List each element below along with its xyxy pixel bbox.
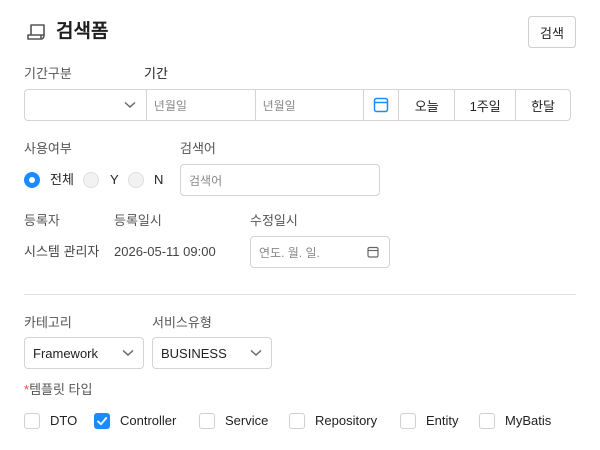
- chevron-down-icon: [250, 349, 262, 356]
- checkbox-dto-label: DTO: [50, 413, 78, 428]
- end-date-input[interactable]: 년월일: [254, 90, 364, 120]
- search-button[interactable]: 검색: [528, 16, 576, 48]
- registrant-label: 등록자: [24, 213, 60, 228]
- radio-all[interactable]: [24, 172, 40, 188]
- radio-y[interactable]: [83, 172, 99, 188]
- checkbox-entity-label: Entity: [426, 413, 459, 428]
- section-divider: [24, 294, 576, 295]
- checkbox-repository-label: Repository: [315, 413, 378, 428]
- checkbox-dto[interactable]: [24, 413, 40, 429]
- range-week-button[interactable]: 1주일: [454, 90, 515, 120]
- checkbox-entity[interactable]: [400, 413, 416, 429]
- range-month-button[interactable]: 한달: [515, 90, 570, 120]
- radio-all-label: 전체: [50, 172, 74, 187]
- category-select[interactable]: Framework: [24, 337, 144, 369]
- modified-at-input[interactable]: 연도. 월. 일.: [250, 236, 390, 268]
- template-type-label: *템플릿 타입: [24, 382, 92, 398]
- service-type-value: BUSINESS: [161, 345, 227, 361]
- checkbox-controller[interactable]: [94, 413, 110, 429]
- calendar-icon: [367, 246, 379, 258]
- chevron-down-icon: [122, 349, 134, 356]
- page-title: 검색폼: [56, 21, 109, 42]
- calendar-icon: [374, 97, 389, 113]
- period-type-select[interactable]: [25, 90, 146, 120]
- service-type-select[interactable]: BUSINESS: [152, 337, 272, 369]
- calendar-button[interactable]: [363, 90, 398, 120]
- checkbox-mybatis[interactable]: [479, 413, 495, 429]
- radio-n[interactable]: [128, 172, 144, 188]
- checkbox-service-label: Service: [225, 413, 269, 428]
- start-date-input[interactable]: 년월일: [145, 90, 255, 120]
- service-type-label: 서비스유형: [152, 315, 212, 330]
- checkmark-icon: [97, 417, 108, 426]
- template-type-label-text: 템플릿 타입: [29, 382, 93, 397]
- checkbox-service[interactable]: [199, 413, 215, 429]
- keyword-label: 검색어: [180, 141, 216, 156]
- keyword-input[interactable]: 검색어: [180, 164, 380, 196]
- registrant-value: 시스템 관리자: [24, 244, 100, 259]
- registered-at-value: 2026-05-11 09:00: [114, 244, 216, 259]
- radio-y-label: Y: [110, 172, 119, 187]
- modified-at-placeholder: 연도. 월. 일.: [259, 245, 320, 260]
- scroll-icon: [27, 24, 45, 40]
- registered-at-label: 등록일시: [114, 213, 162, 228]
- modified-at-label: 수정일시: [250, 213, 298, 228]
- period-row: 년월일 년월일 오늘 1주일 한달: [24, 89, 571, 121]
- category-value: Framework: [33, 345, 99, 361]
- checkbox-controller-label: Controller: [120, 413, 177, 428]
- checkbox-mybatis-label: MyBatis: [505, 413, 552, 428]
- period-label: 기간: [144, 66, 168, 81]
- category-label: 카테고리: [24, 315, 72, 330]
- usage-label: 사용여부: [24, 141, 72, 156]
- radio-n-label: N: [154, 172, 164, 187]
- checkbox-repository[interactable]: [289, 413, 305, 429]
- range-today-button[interactable]: 오늘: [398, 90, 454, 120]
- chevron-down-icon: [124, 101, 136, 108]
- period-type-label: 기간구분: [24, 66, 72, 81]
